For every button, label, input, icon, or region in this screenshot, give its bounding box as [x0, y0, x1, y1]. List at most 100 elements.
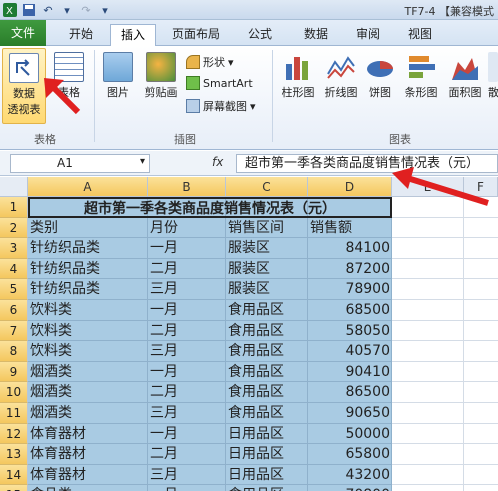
tab-insert[interactable]: 插入	[110, 24, 156, 46]
row-header[interactable]: 13	[0, 444, 28, 465]
insert-function-icon[interactable]: fx	[212, 155, 223, 169]
area-chart-button[interactable]: 面积图	[444, 52, 486, 100]
row-header[interactable]: 14	[0, 464, 28, 486]
zone-cell[interactable]: 食用品区	[226, 300, 308, 320]
month-cell[interactable]: 三月	[148, 341, 226, 361]
month-cell[interactable]: 一月	[148, 424, 226, 444]
zone-cell[interactable]: 食用品区	[226, 341, 308, 361]
row-header[interactable]: 6	[0, 300, 28, 321]
category-cell[interactable]: 体育器材	[28, 424, 148, 444]
sales-cell[interactable]: 43200	[308, 465, 392, 485]
category-cell[interactable]: 体育器材	[28, 465, 148, 485]
zone-cell[interactable]: 服装区	[226, 238, 308, 258]
tab-formulas[interactable]: 公式	[238, 24, 282, 46]
category-cell[interactable]: 烟酒类	[28, 362, 148, 382]
column-header-b[interactable]: B	[148, 177, 226, 197]
month-cell[interactable]: 二月	[148, 259, 226, 279]
row-header[interactable]: 11	[0, 403, 28, 424]
customize-qat-icon[interactable]: ▾	[97, 2, 113, 18]
category-cell[interactable]: 饮料类	[28, 341, 148, 361]
zone-cell[interactable]: 食用品区	[226, 485, 308, 491]
category-cell[interactable]: 饮料类	[28, 321, 148, 341]
row-header[interactable]: 5	[0, 279, 28, 300]
category-cell[interactable]: 烟酒类	[28, 403, 148, 423]
column-header-d[interactable]: D	[308, 177, 392, 197]
zone-cell[interactable]: 服装区	[226, 279, 308, 299]
category-cell[interactable]: 体育器材	[28, 444, 148, 464]
sales-cell[interactable]: 40570	[308, 341, 392, 361]
column-header-c[interactable]: C	[226, 177, 308, 197]
picture-button[interactable]: 图片	[100, 52, 136, 100]
tab-file[interactable]: 文件	[0, 20, 46, 46]
month-cell[interactable]: 二月	[148, 321, 226, 341]
tab-page-layout[interactable]: 页面布局	[164, 24, 228, 46]
undo-icon[interactable]: ↶	[40, 2, 56, 18]
shapes-button[interactable]: 形状 ▾	[186, 54, 234, 70]
scatter-chart-button[interactable]: 散	[488, 52, 498, 100]
zone-cell[interactable]: 食用品区	[226, 321, 308, 341]
row-header[interactable]: 2	[0, 217, 28, 239]
clipart-button[interactable]: 剪贴画	[140, 52, 182, 100]
category-cell[interactable]: 烟酒类	[28, 382, 148, 402]
row-header[interactable]: 1	[0, 197, 28, 218]
month-cell[interactable]: 一月	[148, 362, 226, 382]
month-cell[interactable]: 三月	[148, 465, 226, 485]
column-chart-button[interactable]: 柱形图	[276, 52, 320, 100]
smartart-button[interactable]: SmartArt	[186, 76, 253, 90]
header-cell[interactable]: 销售区间	[226, 218, 308, 238]
row-header[interactable]: 9	[0, 361, 28, 383]
sales-cell[interactable]: 90410	[308, 362, 392, 382]
sales-cell[interactable]: 90650	[308, 403, 392, 423]
row-header[interactable]: 8	[0, 341, 28, 362]
tab-home[interactable]: 开始	[58, 24, 104, 46]
sales-cell[interactable]: 70800	[308, 485, 392, 491]
sales-cell[interactable]: 65800	[308, 444, 392, 464]
tab-review[interactable]: 审阅	[346, 24, 390, 46]
row-header[interactable]: 7	[0, 320, 28, 342]
zone-cell[interactable]: 食用品区	[226, 362, 308, 382]
sales-cell[interactable]: 68500	[308, 300, 392, 320]
line-chart-button[interactable]: 折线图	[320, 52, 362, 100]
month-cell[interactable]: 一月	[148, 238, 226, 258]
select-all-button[interactable]	[0, 177, 28, 197]
category-cell[interactable]: 食品类	[28, 485, 148, 491]
sales-cell[interactable]: 58050	[308, 321, 392, 341]
save-icon[interactable]	[21, 2, 37, 18]
sales-cell[interactable]: 86500	[308, 382, 392, 402]
category-cell[interactable]: 针纺织品类	[28, 279, 148, 299]
tab-view[interactable]: 视图	[398, 24, 442, 46]
sheet-title-cell[interactable]: 超市第一季各类商品度销售情况表（元）	[28, 197, 392, 218]
undo-dropdown-icon[interactable]: ▾	[59, 2, 75, 18]
zone-cell[interactable]: 服装区	[226, 259, 308, 279]
month-cell[interactable]: 三月	[148, 279, 226, 299]
sales-cell[interactable]: 84100	[308, 238, 392, 258]
month-cell[interactable]: 一月	[148, 300, 226, 320]
row-header[interactable]: 10	[0, 382, 28, 403]
month-cell[interactable]: 二月	[148, 444, 226, 464]
month-cell[interactable]: 二月	[148, 382, 226, 402]
header-cell[interactable]: 类别	[28, 218, 148, 238]
tab-data[interactable]: 数据	[294, 24, 338, 46]
pie-chart-button[interactable]: 饼图	[364, 52, 396, 100]
sales-cell[interactable]: 87200	[308, 259, 392, 279]
row-header[interactable]: 15	[0, 485, 28, 491]
zone-cell[interactable]: 日用品区	[226, 424, 308, 444]
bar-chart-button[interactable]: 条形图	[400, 52, 442, 100]
row-header[interactable]: 3	[0, 238, 28, 259]
month-cell[interactable]: 一月	[148, 485, 226, 491]
redo-icon[interactable]: ↷	[78, 2, 94, 18]
row-header[interactable]: 12	[0, 423, 28, 445]
column-header-a[interactable]: A	[28, 177, 148, 197]
category-cell[interactable]: 针纺织品类	[28, 238, 148, 258]
zone-cell[interactable]: 日用品区	[226, 444, 308, 464]
row-header[interactable]: 4	[0, 258, 28, 280]
zone-cell[interactable]: 食用品区	[226, 382, 308, 402]
category-cell[interactable]: 饮料类	[28, 300, 148, 320]
header-cell[interactable]: 月份	[148, 218, 226, 238]
sales-cell[interactable]: 78900	[308, 279, 392, 299]
worksheet-grid[interactable]: A B C D E F 类别月份销售区间销售额针纺织品类一月服装区84100针纺…	[0, 167, 498, 491]
zone-cell[interactable]: 日用品区	[226, 465, 308, 485]
sales-cell[interactable]: 50000	[308, 424, 392, 444]
name-box[interactable]: A1	[10, 154, 150, 173]
header-cell[interactable]: 销售额	[308, 218, 392, 238]
